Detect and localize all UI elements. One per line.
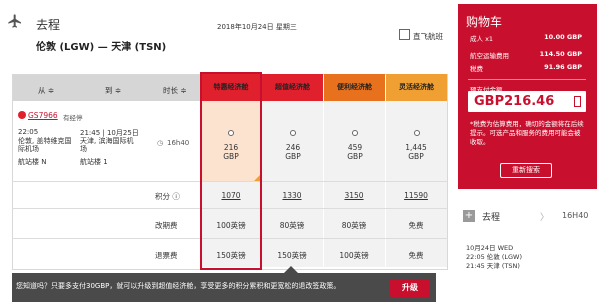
- cart-line: 税费 91.96 GBP: [470, 63, 582, 73]
- direct-only-checkbox[interactable]: [399, 29, 410, 40]
- cart-line-label: 税费: [470, 65, 483, 73]
- clock-icon: ◷: [157, 139, 164, 147]
- depart-terminal: 航站楼 N: [18, 158, 47, 166]
- row-label-miles: 积分 ⓘ: [155, 192, 180, 201]
- cart-line: 航空运输费用 114.50 GBP: [470, 50, 582, 60]
- fare-column: [262, 101, 323, 267]
- fare-header-convenience[interactable]: 便利经济舱: [324, 74, 385, 101]
- cart-note: *税费为估算费用，确切的金额将在后续提示。可选产品和服务的费用可能会被收取。: [470, 120, 584, 146]
- cart-title: 购物车: [466, 15, 503, 29]
- stops-label: 有经停: [63, 114, 83, 122]
- cart-line-amount: 91.96 GBP: [544, 63, 582, 71]
- fare-radio-value[interactable]: [290, 130, 296, 136]
- sort-to-header[interactable]: 到 ≑: [105, 85, 121, 96]
- depart-place: 伦敦, 盖特维克国际机场: [18, 137, 72, 153]
- miles-value[interactable]: 11590: [386, 191, 446, 200]
- calculator-icon[interactable]: [574, 96, 581, 107]
- fare-column: [324, 101, 385, 267]
- direct-only-label: 直飞航班: [413, 32, 443, 41]
- research-button[interactable]: 重新搜索: [500, 163, 552, 178]
- travel-date: 2018年10月24日 星期三: [217, 23, 297, 31]
- arrive-place: 天津, 滨海国际机场: [80, 137, 134, 153]
- refund-fee-value: 150英镑: [277, 251, 307, 260]
- row-label-change-fee: 改期费: [155, 221, 178, 230]
- cart-line: 成人 x1 10.00 GBP: [470, 33, 582, 43]
- cart-line-label: 航空运输费用: [470, 52, 509, 60]
- fare-price-convenience: 459: [347, 143, 363, 152]
- airline-logo-icon: [18, 111, 26, 119]
- summary-depart: 22:05 伦敦 (LGW): [466, 253, 523, 261]
- fare-currency: GBP: [408, 152, 424, 161]
- fare-column: [386, 101, 447, 267]
- summary-duration: 16H40: [562, 211, 589, 220]
- sort-duration-header[interactable]: 时长 ≑: [163, 85, 187, 96]
- expand-icon[interactable]: +: [463, 210, 475, 222]
- flight-number-link[interactable]: GS7966: [28, 111, 58, 120]
- sort-from-header[interactable]: 从 ≑: [38, 85, 54, 96]
- summary-arrive: 21:45 天津 (TSN): [466, 262, 520, 270]
- upgrade-button[interactable]: 升级: [390, 279, 430, 297]
- fare-currency: GBP: [347, 152, 363, 161]
- fare-radio-flex[interactable]: [414, 130, 420, 136]
- fare-radio-convenience[interactable]: [352, 130, 358, 136]
- banner-pointer-icon: [284, 266, 298, 273]
- arrive-terminal: 航站楼 1: [80, 158, 108, 166]
- selected-fare-outline: [200, 72, 262, 270]
- summary-title: 去程: [482, 213, 501, 223]
- change-fee-value: 80英镑: [341, 221, 367, 230]
- fare-price-flex: 1,445: [405, 143, 427, 152]
- depart-time: 22:05: [18, 128, 39, 136]
- miles-value[interactable]: 3150: [324, 191, 384, 200]
- change-fee-value: 免费: [408, 221, 424, 230]
- summary-date: 10月24日 WED: [466, 244, 514, 252]
- upgrade-banner-text: 您知道吗？只要多支付30GBP，就可以升级到超值经济舱，享受更多的积分累积和更宽…: [16, 282, 341, 290]
- route-title: 伦敦 (LGW) — 天津 (TSN): [36, 42, 167, 53]
- refund-fee-value: 免费: [408, 251, 424, 260]
- row-label-refund-fee: 退票费: [155, 251, 178, 260]
- leg-title: 去程: [36, 18, 61, 32]
- change-fee-value: 80英镑: [279, 221, 305, 230]
- cart-line-amount: 114.50 GBP: [539, 50, 582, 58]
- cart-line-amount: 10.00 GBP: [544, 33, 582, 41]
- fare-price-value: 246: [285, 143, 301, 152]
- cart-divider: [468, 79, 586, 80]
- fare-header-value[interactable]: 超值经济舱: [262, 74, 323, 101]
- total-value: GBP216.46: [474, 94, 555, 109]
- fare-header-flex[interactable]: 灵活经济舱: [386, 74, 447, 101]
- summary-details: 10月24日 WED 22:05 伦敦 (LGW) 21:45 天津 (TSN): [466, 244, 522, 271]
- fare-currency: GBP: [285, 152, 301, 161]
- chevron-right-icon: 〉: [540, 213, 550, 223]
- miles-value[interactable]: 1330: [262, 191, 322, 200]
- flight-duration: 16h40: [167, 139, 190, 147]
- plane-icon: [6, 13, 24, 33]
- refund-fee-value: 100英镑: [339, 251, 369, 260]
- cart-line-label: 成人 x1: [470, 35, 494, 43]
